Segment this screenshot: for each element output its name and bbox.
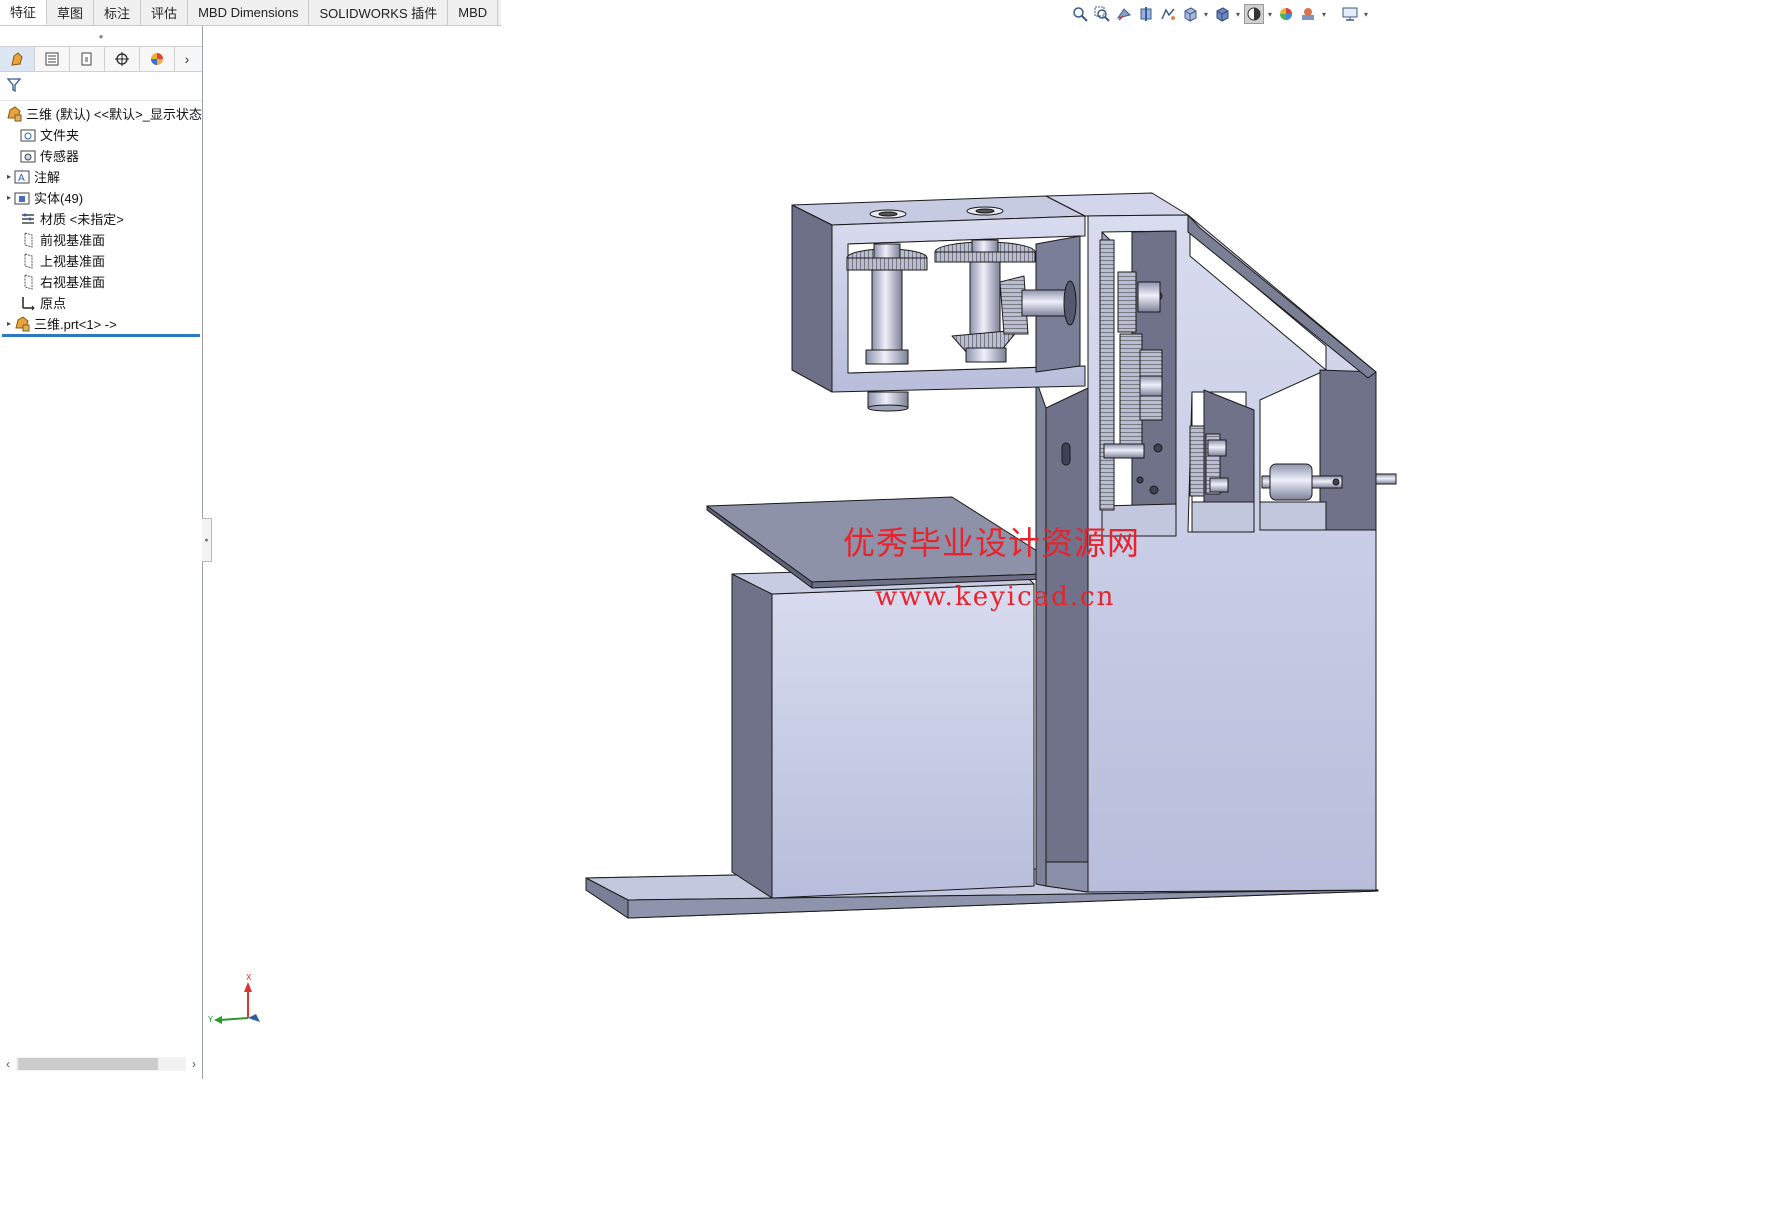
property-manager-icon[interactable] [35,47,70,71]
plane-icon [20,273,36,290]
hide-show-items-icon[interactable] [1244,4,1264,24]
tree-item-front-plane[interactable]: 前视基准面 [0,229,202,250]
tree-insertion-bar[interactable] [2,334,200,337]
chevron-down-icon[interactable]: ▾ [1202,10,1210,19]
part-icon [6,105,22,122]
section-view-icon[interactable] [1136,4,1156,24]
tree-item-annotations[interactable]: ▸ A 注解 [0,166,202,187]
filter-icon[interactable] [6,77,22,96]
tree-item-origin[interactable]: 原点 [0,292,202,313]
tree-item-part[interactable]: ▸ 三维.prt<1> -> [0,313,202,334]
triad-y-arrow [214,1016,222,1024]
tree-item-label: 右视基准面 [40,275,106,290]
chevron-down-icon[interactable]: ▾ [1266,10,1274,19]
reference-triad[interactable]: X Y [206,970,266,1030]
tree-item-label: 文件夹 [40,128,80,143]
expand-arrow-icon[interactable]: ▸ [4,172,14,181]
expand-arrow-icon[interactable]: ▸ [4,319,14,328]
sensors-icon [20,148,36,164]
view-orientation-icon[interactable] [1180,4,1200,24]
view-settings-icon[interactable] [1340,4,1360,24]
tree-root[interactable]: 三维 (默认) <<默认>_显示状态 [0,103,202,124]
tree-item-label: 实体(49) [34,191,84,206]
tree-item-right-plane[interactable]: 右视基准面 [0,271,202,292]
tree-item-solid-bodies[interactable]: ▸ 实体(49) [0,187,202,208]
tab-markup[interactable]: 标注 [94,0,142,25]
triad-z-arrow [248,1014,260,1022]
tree-item-label: 上视基准面 [40,254,106,269]
tree-item-label: 前视基准面 [40,233,106,248]
zoom-area-icon[interactable] [1092,4,1112,24]
chevron-right-icon[interactable]: › [175,47,199,71]
panel-grip-icon[interactable]: ● [0,26,202,46]
scroll-track[interactable] [16,1057,186,1071]
triad-y-label: Y [207,1015,213,1024]
annotations-icon: A [14,169,30,185]
tab-mbd-dimensions[interactable]: MBD Dimensions [188,0,310,25]
history-folder-icon [20,127,36,143]
tree-item-label: 材质 <未指定> [40,212,124,227]
tab-solidworks-addins[interactable]: SOLIDWORKS 插件 [309,0,449,25]
svg-text:A: A [18,173,25,184]
manager-tabs: › [0,46,202,72]
tree-item-label: 原点 [40,296,67,311]
triad-y-axis [219,1017,249,1021]
tab-evaluate[interactable]: 评估 [141,0,189,25]
apply-scene-icon[interactable] [1298,4,1318,24]
origin-icon [20,295,36,311]
feature-tree: 三维 (默认) <<默认>_显示状态 文件夹 传感器 ▸ A 注解 ▸ 实体(4… [0,101,202,337]
graphics-area[interactable]: 优秀毕业设计资源网 www.keyicad.cn [213,26,1568,1079]
tab-mbd[interactable]: MBD [448,0,499,25]
tree-item-label: 注解 [34,170,61,185]
dimxpert-manager-icon[interactable] [105,47,140,71]
filter-row [0,72,202,101]
scroll-thumb[interactable] [18,1058,158,1070]
dynamic-annotation-icon[interactable] [1158,4,1178,24]
tab-features[interactable]: 特征 [0,0,48,25]
chevron-down-icon[interactable]: ▾ [1320,10,1328,19]
tree-item-label: 传感器 [40,149,80,164]
configuration-manager-icon[interactable] [70,47,105,71]
watermark-url: www.keyicad.cn [875,582,1116,612]
tree-item-material[interactable]: 材质 <未指定> [0,208,202,229]
triad-x-label: X [246,973,252,982]
chevron-down-icon[interactable]: ▾ [1362,10,1370,19]
plane-icon [20,252,36,269]
tree-item-label: 三维.prt<1> -> [34,317,117,332]
edit-appearance-icon[interactable] [1276,4,1296,24]
feature-manager-icon[interactable] [0,47,35,71]
horizontal-scrollbar[interactable]: ‹ › [0,1055,202,1073]
watermark-title: 优秀毕业设计资源网 [843,524,1141,562]
panel-collapse-handle[interactable]: ● [202,518,212,562]
expand-arrow-icon[interactable]: ▸ [4,193,14,202]
zoom-to-fit-icon[interactable] [1070,4,1090,24]
plane-icon [20,231,36,248]
display-manager-icon[interactable] [140,47,175,71]
previous-view-icon[interactable] [1114,4,1134,24]
solid-bodies-icon [14,190,30,206]
tree-item-sensors[interactable]: 传感器 [0,145,202,166]
chevron-down-icon[interactable]: ▾ [1234,10,1242,19]
tab-sketch[interactable]: 草图 [47,0,95,25]
scroll-right-icon[interactable]: › [186,1057,202,1071]
scroll-left-icon[interactable]: ‹ [0,1057,16,1071]
command-manager-tabs: 特征 草图 标注 评估 MBD Dimensions SOLIDWORKS 插件… [0,0,501,26]
part-icon [14,315,30,332]
material-icon [20,211,36,227]
display-style-icon[interactable] [1212,4,1232,24]
tree-item-folder[interactable]: 文件夹 [0,124,202,145]
heads-up-view-toolbar: ▾ ▾ ▾ ▾ ▾ [1070,3,1370,25]
tree-root-label: 三维 (默认) <<默认>_显示状态 [26,107,202,122]
triad-x-arrow [244,982,252,992]
feature-manager-panel: ● › 三维 (默认) <<默认>_显示状态 文件夹 传感器 ▸ A 注解 ▸ … [0,26,203,1079]
tree-item-top-plane[interactable]: 上视基准面 [0,250,202,271]
